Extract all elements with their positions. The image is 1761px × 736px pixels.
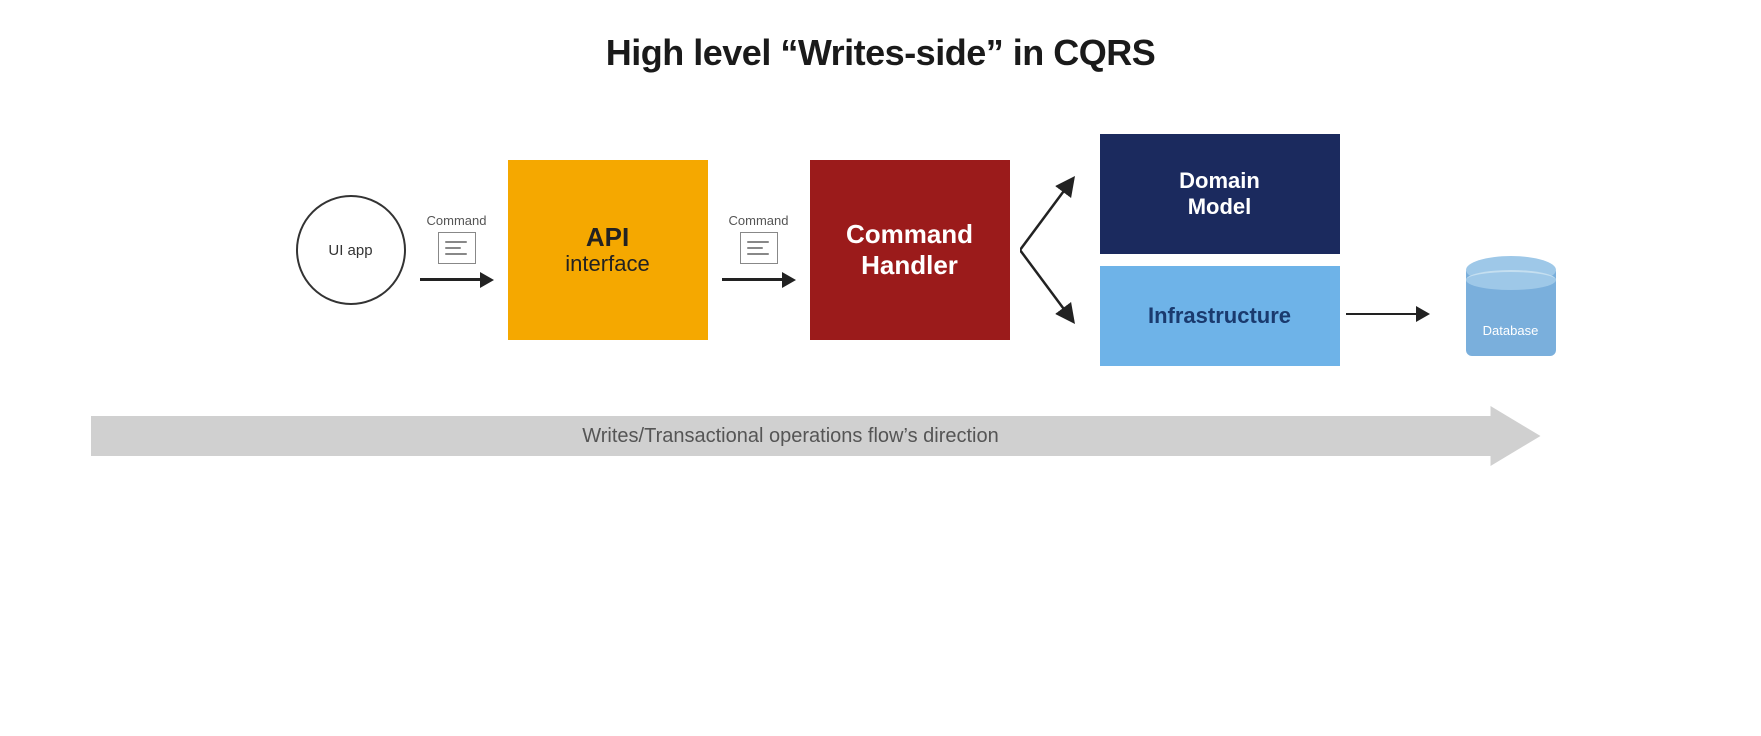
command-icon-line	[445, 253, 467, 255]
database-wrapper: Database	[1466, 256, 1556, 356]
arrow-line	[722, 278, 782, 281]
infrastructure-text: Infrastructure	[1148, 303, 1291, 329]
api-box-sub: interface	[565, 251, 649, 277]
diagram-area: UI app Command API interface	[0, 124, 1761, 466]
database-cylinder: Database	[1466, 256, 1556, 356]
flow-arrow-shape: Writes/Transactional operations flow’s d…	[91, 406, 1541, 466]
handler-line2: Handler	[861, 250, 958, 280]
infrastructure-box: Infrastructure	[1100, 266, 1340, 366]
ui-app-label: UI app	[328, 242, 372, 259]
api-box-title: API	[586, 223, 629, 252]
api-interface-box: API interface	[508, 160, 708, 340]
arrow-line	[420, 278, 480, 281]
infra-to-db-container	[1346, 124, 1466, 376]
command-icon-line	[747, 241, 769, 243]
database-label: Database	[1466, 323, 1556, 338]
infra-db-arrow-head	[1416, 306, 1430, 322]
flow-row: UI app Command API interface	[0, 124, 1761, 376]
bottom-flow: Writes/Transactional operations flow’s d…	[91, 406, 1671, 466]
command-icon-line	[747, 247, 763, 249]
command-icon-line	[445, 241, 467, 243]
arrow-head	[782, 272, 796, 288]
domain-model-box: Domain Model	[1100, 134, 1340, 254]
command-label-1: Command	[427, 213, 487, 228]
db-top-inner	[1466, 270, 1556, 290]
domain-model-text: Domain Model	[1179, 168, 1260, 221]
arrow-head	[480, 272, 494, 288]
arrow-ui-to-api: Command	[410, 213, 504, 288]
command-icon-line	[445, 247, 461, 249]
diagonal-arrows	[1020, 124, 1090, 376]
command-icon-1	[438, 232, 476, 264]
page-title: High level “Writes-side” in CQRS	[606, 32, 1155, 74]
arrow-api-to-handler: Command	[712, 213, 806, 288]
command-icon-line	[747, 253, 769, 255]
right-stack: Domain Model Infrastructure	[1100, 134, 1340, 366]
diagonal-arrows-svg	[1020, 124, 1090, 376]
command-icon-2	[740, 232, 778, 264]
flow-direction-text: Writes/Transactional operations flow’s d…	[582, 425, 998, 448]
handler-line1: Command	[846, 219, 973, 249]
infra-db-arrow-line	[1346, 313, 1416, 316]
handler-box-text: Command Handler	[846, 219, 973, 281]
domain-label-1: Domain	[1179, 168, 1260, 193]
ui-app-node: UI app	[296, 195, 406, 305]
domain-label-2: Model	[1188, 194, 1252, 219]
command-label-2: Command	[729, 213, 789, 228]
command-handler-box: Command Handler	[810, 160, 1010, 340]
